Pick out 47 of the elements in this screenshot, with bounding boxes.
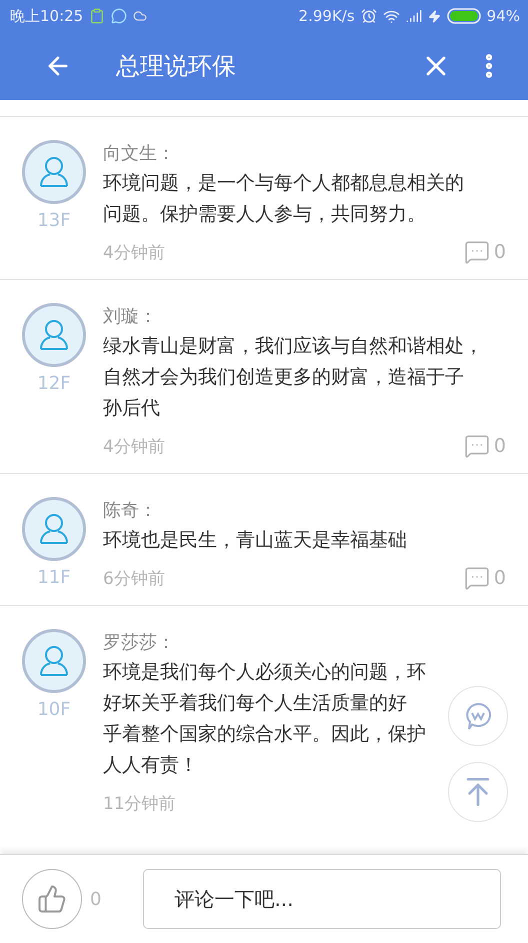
battery-percent: 94%: [486, 7, 520, 25]
thumbs-up-icon[interactable]: [37, 884, 67, 914]
user-name: 陈奇：: [103, 499, 158, 523]
user-name: 向文生：: [103, 142, 176, 166]
user-name: 刘璇：: [103, 305, 158, 329]
signal-icon: [406, 8, 422, 24]
comment-line: 人人有责！: [103, 753, 198, 778]
user-name: 罗莎莎：: [103, 631, 176, 655]
floor-number: 12F: [37, 373, 71, 394]
comment-time: 11分钟前: [103, 792, 176, 814]
like-count: 0: [90, 888, 102, 910]
person-icon: [39, 513, 69, 545]
comment-input[interactable]: 评论一下吧...: [143, 869, 501, 929]
network-speed: 2.99K/s: [298, 7, 355, 25]
comment-line: 环境也是民生，青山蓝天是幸福基础: [103, 528, 407, 553]
alarm-icon: [360, 8, 377, 24]
floor-number: 11F: [37, 567, 71, 588]
cloud-icon: [133, 9, 148, 23]
page-title: 总理说环保: [116, 51, 237, 82]
comment-line: 问题。保护需要人人参与，共同努力。: [103, 202, 426, 227]
comment-time: 4分钟前: [103, 436, 165, 458]
comment-line: 好坏关乎着我们每个人生活质量的好: [103, 691, 407, 716]
reply-icon[interactable]: [464, 433, 490, 459]
clipboard-icon: [89, 8, 106, 24]
comment-line: 孙后代: [103, 396, 160, 421]
reply-icon[interactable]: [464, 239, 490, 265]
comment-line: 绿水青山是财富，我们应该与自然和谐相处，: [103, 334, 483, 359]
comment-time: 6分钟前: [103, 568, 165, 590]
person-icon: [39, 156, 69, 188]
charging-icon: [428, 10, 441, 22]
reply-count: 0: [494, 435, 506, 457]
reply-count: 0: [494, 567, 506, 589]
comment-line: 环境是我们每个人必须关心的问题，环: [103, 660, 426, 685]
comment-time: 4分钟前: [103, 242, 165, 264]
comment-line: 自然才会为我们创造更多的财富，造福于子: [103, 365, 464, 390]
person-icon: [39, 319, 69, 351]
reply-icon[interactable]: [464, 565, 490, 591]
chat-bubble-icon[interactable]: [463, 701, 493, 731]
comment-line: 乎着整个国家的综合水平。因此，保护: [103, 722, 426, 747]
comment-line: 环境问题，是一个与每个人都都息息相关的: [103, 171, 464, 196]
person-icon: [39, 645, 69, 677]
status-time: 晚上10:25: [10, 6, 84, 26]
floor-number: 10F: [37, 699, 71, 720]
reply-count: 0: [494, 241, 506, 263]
battery-icon: [446, 8, 481, 24]
chat-icon: [111, 8, 128, 24]
floor-number: 13F: [37, 210, 71, 231]
